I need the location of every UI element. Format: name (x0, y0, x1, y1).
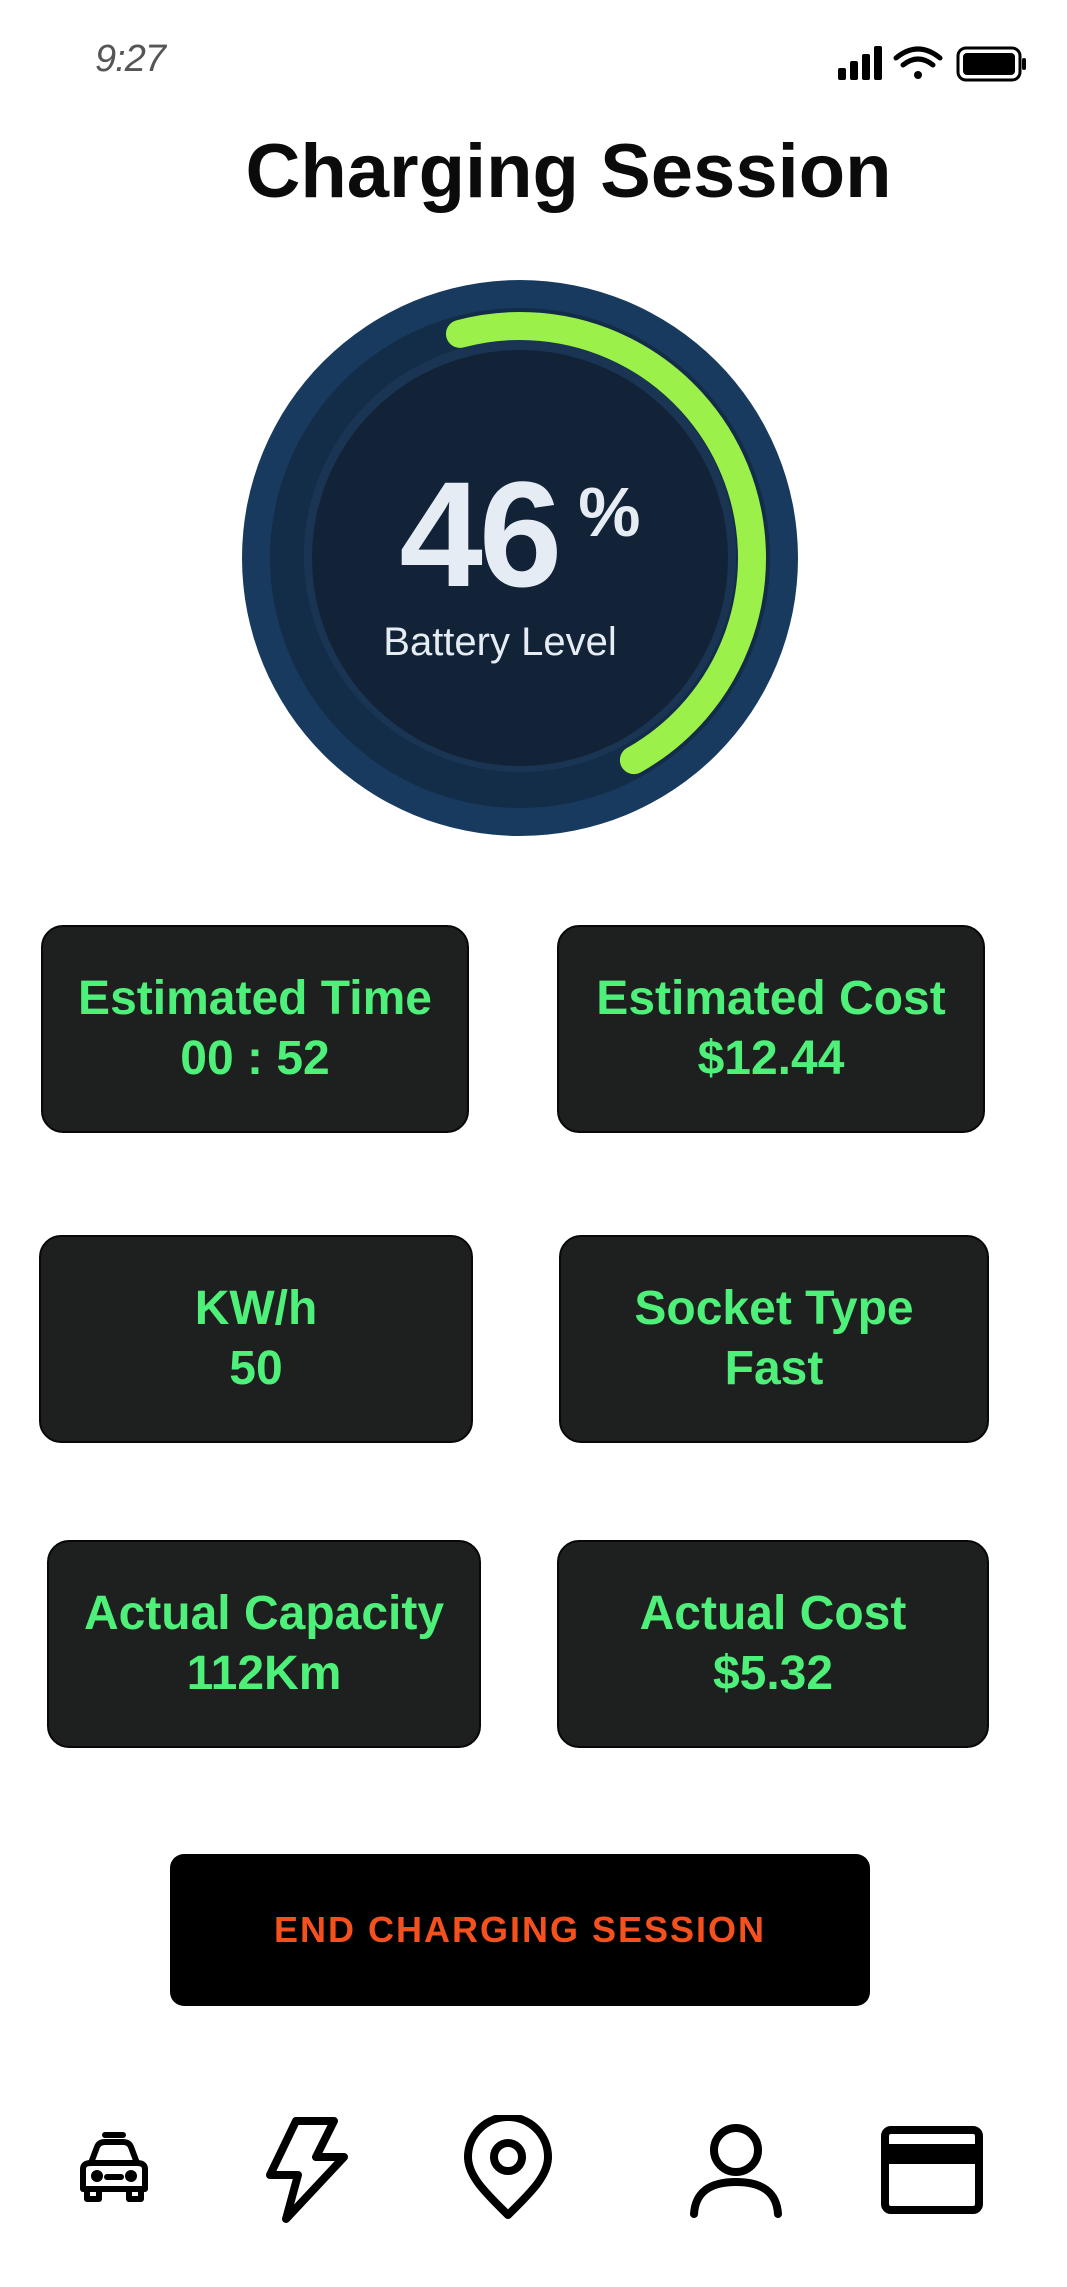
actual-cost-label: Actual Cost (639, 1587, 907, 1640)
nav-profile[interactable] (676, 2110, 796, 2230)
gauge-face (312, 350, 728, 766)
card-icon (881, 2126, 983, 2214)
signal-icon (838, 46, 882, 80)
actual-capacity-card: Actual Capacity 112Km (47, 1540, 481, 1748)
car-icon (80, 2132, 148, 2202)
estimated-cost-card: Estimated Cost $12.44 (557, 925, 985, 1133)
nav-payments[interactable] (872, 2110, 992, 2230)
estimated-cost-label: Estimated Cost (596, 972, 946, 1025)
status-icons (838, 44, 1028, 84)
lightning-icon (266, 2117, 348, 2223)
nav-charging[interactable] (246, 2110, 366, 2230)
battery-level-label: Battery Level (383, 620, 617, 664)
socket-type-card: Socket Type Fast (559, 1235, 989, 1443)
kwh-card: KW/h 50 (39, 1235, 473, 1443)
wifi-icon (893, 46, 943, 79)
kwh-value: 50 (229, 1342, 283, 1395)
end-charging-session-button[interactable]: END CHARGING SESSION (170, 1854, 870, 2006)
battery-gauge: 46% Battery Level (240, 278, 800, 838)
actual-cost-card: Actual Cost $5.32 (557, 1540, 989, 1748)
battery-icon (956, 46, 1026, 82)
estimated-cost-value: $12.44 (697, 1032, 845, 1085)
nav-map[interactable] (448, 2110, 568, 2230)
estimated-time-label: Estimated Time (78, 972, 432, 1025)
actual-cost-value: $5.32 (712, 1647, 834, 1700)
nav-car[interactable] (54, 2110, 174, 2230)
estimated-time-value: 00 : 52 (180, 1032, 330, 1085)
kwh-label: KW/h (194, 1282, 318, 1335)
estimated-time-card: Estimated Time 00 : 52 (41, 925, 469, 1133)
actual-capacity-label: Actual Capacity (83, 1587, 445, 1640)
status-time: 9:27 (95, 38, 166, 80)
socket-type-value: Fast (724, 1342, 824, 1395)
actual-capacity-value: 112Km (186, 1647, 342, 1700)
page-title: Charging Session (245, 129, 892, 214)
socket-type-label: Socket Type (634, 1282, 914, 1335)
user-icon (690, 2124, 782, 2218)
location-pin-icon (464, 2115, 552, 2219)
